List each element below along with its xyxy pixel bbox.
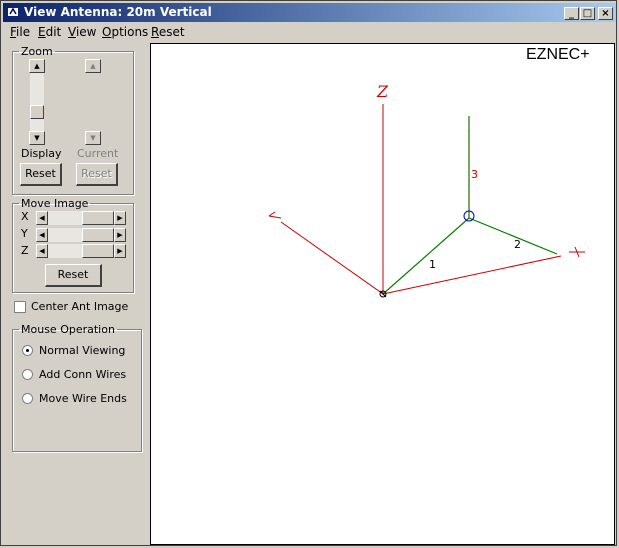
maximize-button[interactable]: □ [580, 7, 595, 20]
minimize-button[interactable]: _ [564, 7, 579, 20]
move-y-thumb[interactable] [82, 228, 114, 242]
antenna-view-canvas[interactable]: EZNEC+ Z 1 2 3 [150, 43, 615, 545]
scroll-down-icon[interactable]: ▼ [29, 131, 45, 145]
scroll-left-icon[interactable]: ◀ [36, 211, 48, 225]
z-axis-label: Z [376, 82, 389, 101]
axis-x-label: X [21, 210, 29, 223]
wire-3-label: 3 [471, 168, 478, 181]
wire-1[interactable] [382, 217, 470, 295]
move-image-reset-button[interactable]: Reset [45, 264, 102, 287]
menu-view[interactable]: View [68, 25, 96, 39]
scroll-down-icon: ▼ [85, 131, 101, 145]
wire-2-label: 2 [514, 238, 521, 251]
add-conn-wires-label[interactable]: Add Conn Wires [39, 368, 126, 381]
mouse-operation-group: Mouse Operation [12, 323, 142, 452]
current-zoom-scrollbar: ▲ ▼ [85, 59, 101, 145]
move-x-thumb[interactable] [82, 211, 114, 225]
scroll-right-icon[interactable]: ▶ [114, 228, 126, 242]
menu-file[interactable]: File [10, 25, 30, 39]
antenna-diagram: Z 1 2 3 [268, 82, 585, 298]
move-wire-ends-label[interactable]: Move Wire Ends [39, 392, 127, 405]
window-title: View Antenna: 20m Vertical [24, 5, 212, 19]
close-button[interactable]: × [598, 7, 613, 20]
x-axis-line [382, 255, 562, 295]
app-window: View Antenna: 20m Vertical _ □ × File Ed… [0, 0, 617, 546]
title-bar[interactable]: View Antenna: 20m Vertical _ □ × [3, 3, 616, 22]
antenna-app-icon [8, 7, 18, 16]
move-x-scrollbar[interactable]: ◀ ▶ [36, 211, 126, 225]
zoom-legend: Zoom [21, 45, 53, 58]
axis-y-label: Y [21, 227, 28, 240]
y-axis-label-glyph [268, 211, 282, 219]
wire-2[interactable] [468, 217, 558, 255]
normal-viewing-radio[interactable] [22, 345, 33, 356]
scroll-right-icon[interactable]: ▶ [114, 244, 126, 258]
center-ant-image-label[interactable]: Center Ant Image [31, 300, 128, 313]
mouse-operation-legend: Mouse Operation [21, 323, 115, 336]
current-reset-button: Reset [76, 163, 118, 186]
scroll-right-icon[interactable]: ▶ [114, 211, 126, 225]
menu-options[interactable]: Options [102, 25, 148, 39]
current-label: Current [77, 147, 119, 160]
center-ant-image-checkbox[interactable] [14, 301, 26, 313]
move-y-scrollbar[interactable]: ◀ ▶ [36, 228, 126, 242]
display-label: Display [21, 147, 62, 160]
move-z-scrollbar[interactable]: ◀ ▶ [36, 244, 126, 258]
wire-1-label: 1 [429, 258, 436, 271]
move-z-thumb[interactable] [82, 244, 114, 258]
normal-viewing-label[interactable]: Normal Viewing [39, 344, 125, 357]
scroll-up-icon[interactable]: ▲ [29, 59, 45, 73]
menu-edit[interactable]: Edit [38, 25, 61, 39]
y-axis-line [280, 221, 384, 295]
display-zoom-scrollbar[interactable]: ▲ ▼ [29, 59, 45, 145]
scroll-left-icon[interactable]: ◀ [36, 228, 48, 242]
scroll-left-icon[interactable]: ◀ [36, 244, 48, 258]
display-zoom-thumb[interactable] [30, 105, 44, 119]
move-wire-ends-radio[interactable] [22, 393, 33, 404]
display-reset-button[interactable]: Reset [20, 163, 62, 186]
menu-bar: File Edit View Options Reset [3, 23, 616, 41]
add-conn-wires-radio[interactable] [22, 369, 33, 380]
menu-reset[interactable]: Reset [151, 25, 185, 39]
x-axis-label-glyph [569, 246, 585, 258]
move-image-legend: Move Image [21, 197, 89, 210]
axis-z-label: Z [21, 244, 29, 257]
scroll-up-icon: ▲ [85, 59, 101, 73]
